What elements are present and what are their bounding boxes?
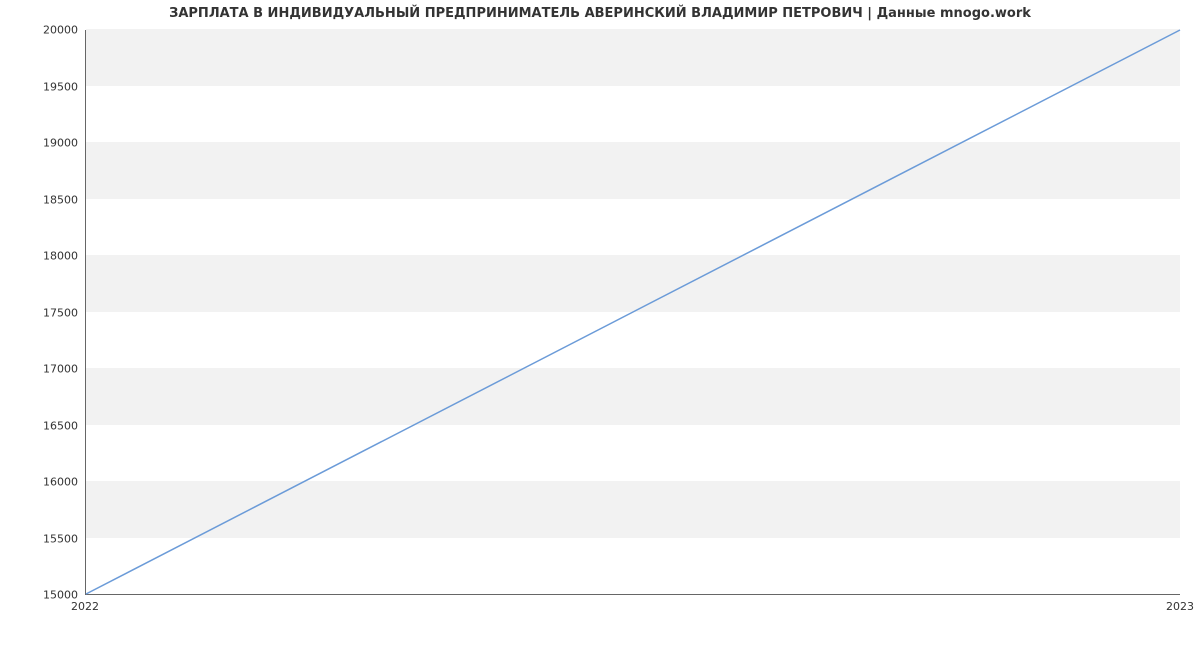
chart-title: ЗАРПЛАТА В ИНДИВИДУАЛЬНЫЙ ПРЕДПРИНИМАТЕЛ… xyxy=(0,6,1200,21)
y-tick-label: 18500 xyxy=(8,193,78,206)
y-tick-label: 15500 xyxy=(8,532,78,545)
y-tick-label: 16000 xyxy=(8,476,78,489)
y-tick-label: 17500 xyxy=(8,306,78,319)
x-tick-label: 2023 xyxy=(1166,600,1194,613)
y-tick-label: 17000 xyxy=(8,363,78,376)
x-tick-label: 2022 xyxy=(71,600,99,613)
y-tick-label: 20000 xyxy=(8,24,78,37)
y-tick-label: 15000 xyxy=(8,589,78,602)
plot-area xyxy=(85,30,1180,595)
chart-container: ЗАРПЛАТА В ИНДИВИДУАЛЬНЫЙ ПРЕДПРИНИМАТЕЛ… xyxy=(0,0,1200,650)
y-tick-label: 19500 xyxy=(8,80,78,93)
y-tick-label: 18000 xyxy=(8,250,78,263)
y-tick-label: 19000 xyxy=(8,137,78,150)
y-tick-label: 16500 xyxy=(8,419,78,432)
series-line xyxy=(86,30,1180,594)
line-layer xyxy=(86,30,1180,594)
